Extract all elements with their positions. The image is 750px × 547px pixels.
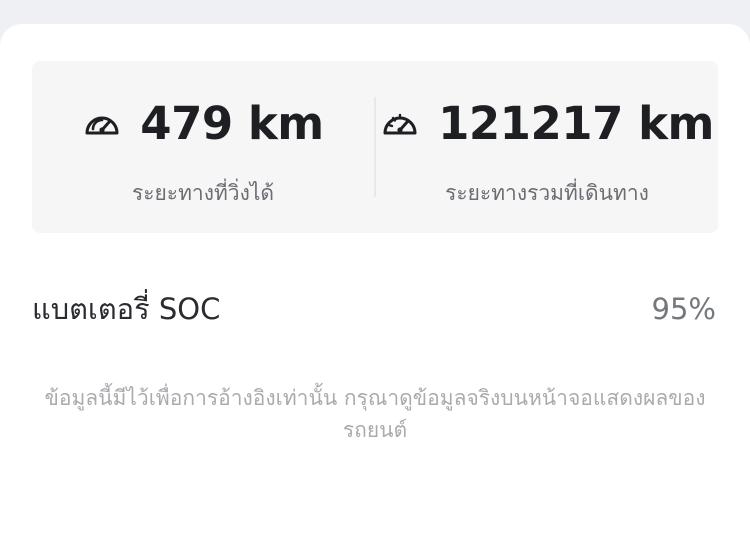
- remaining-range-main: 479 km: [32, 101, 374, 146]
- total-distance-label: ระยะทางรวมที่เดินทาง: [445, 181, 649, 205]
- remaining-range-label: ระยะทางที่วิ่งได้: [131, 181, 275, 205]
- remaining-range-value: 479 km: [140, 97, 324, 150]
- total-distance-value: 121217 km: [438, 97, 714, 150]
- battery-soc-value: 95%: [651, 292, 716, 326]
- vehicle-info-sheet: 479 km ระยะทางที่วิ่งได้ 121217 km ระยะท…: [0, 24, 750, 547]
- speedometer-icon: [82, 108, 122, 140]
- battery-soc-label: แบตเตอรี่ SOC: [32, 292, 221, 326]
- reference-disclaimer: ข้อมูลนี้มีไว้เพื่อการอ้างอิงเท่านั้น กร…: [44, 386, 706, 442]
- range-stats-card: 479 km ระยะทางที่วิ่งได้ 121217 km ระยะท…: [32, 61, 718, 233]
- total-distance-main: 121217 km: [376, 101, 718, 146]
- total-distance-stat: 121217 km ระยะทางรวมที่เดินทาง: [376, 61, 718, 233]
- odometer-icon: [380, 108, 420, 140]
- battery-soc-row: แบตเตอรี่ SOC 95%: [32, 286, 716, 332]
- remaining-range-stat: 479 km ระยะทางที่วิ่งได้: [32, 61, 374, 233]
